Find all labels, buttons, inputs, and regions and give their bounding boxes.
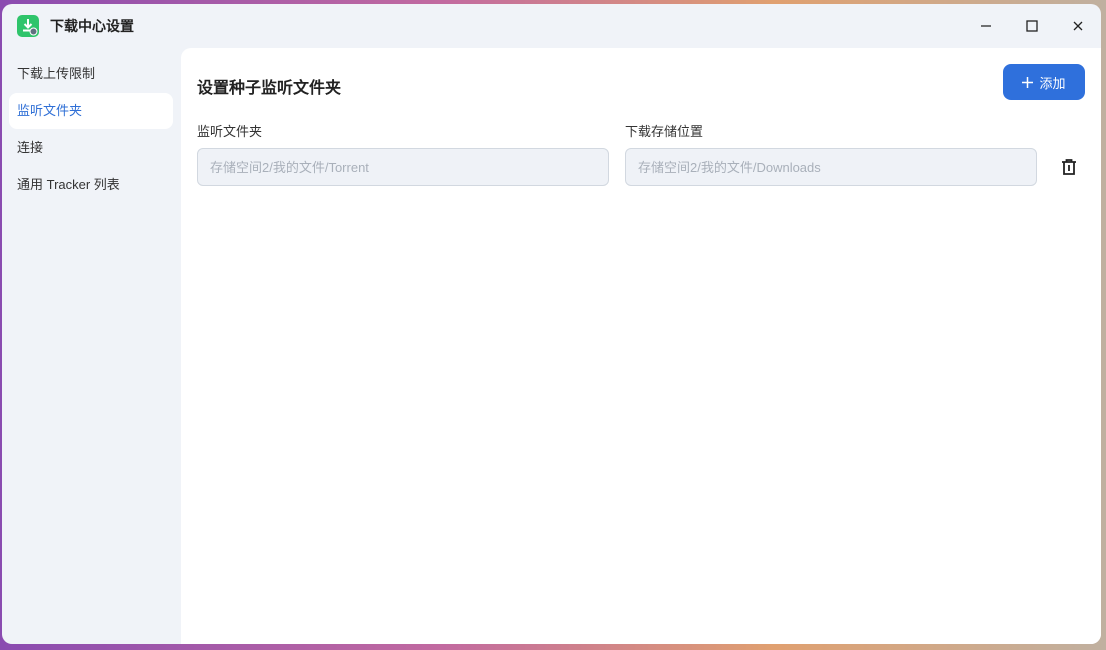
page-title: 设置种子监听文件夹 [197, 80, 342, 97]
minimize-button[interactable] [963, 4, 1009, 48]
sidebar-item-tracker-list[interactable]: 通用 Tracker 列表 [9, 167, 173, 203]
watch-folder-label: 监听文件夹 [197, 124, 263, 139]
save-location-label: 下载存储位置 [625, 124, 704, 139]
sidebar-item-watch-folder[interactable]: 监听文件夹 [9, 93, 173, 129]
trash-icon[interactable] [1060, 158, 1078, 176]
save-location-input[interactable] [625, 148, 1037, 186]
download-app-icon [17, 15, 39, 37]
settings-window: 下载中心设置 下载上传限制 监听文件夹 连接 通用 Tracker 列表 设置种… [2, 4, 1101, 644]
watch-folder-input[interactable] [197, 148, 609, 186]
add-label: 添加 [1039, 75, 1066, 91]
sidebar-item-connection[interactable]: 连接 [9, 130, 173, 166]
title-bar: 下载中心设置 [2, 4, 1101, 48]
window-title: 下载中心设置 [50, 18, 134, 34]
close-button[interactable] [1055, 4, 1101, 48]
sidebar: 下载上传限制 监听文件夹 连接 通用 Tracker 列表 [9, 56, 173, 204]
main-panel: 设置种子监听文件夹 添加 监听文件夹 下载存储位置 [181, 48, 1101, 644]
add-button[interactable]: 添加 [1003, 64, 1085, 100]
sidebar-item-rate-limit[interactable]: 下载上传限制 [9, 56, 173, 92]
maximize-button[interactable] [1009, 4, 1055, 48]
plus-icon [1022, 76, 1034, 88]
